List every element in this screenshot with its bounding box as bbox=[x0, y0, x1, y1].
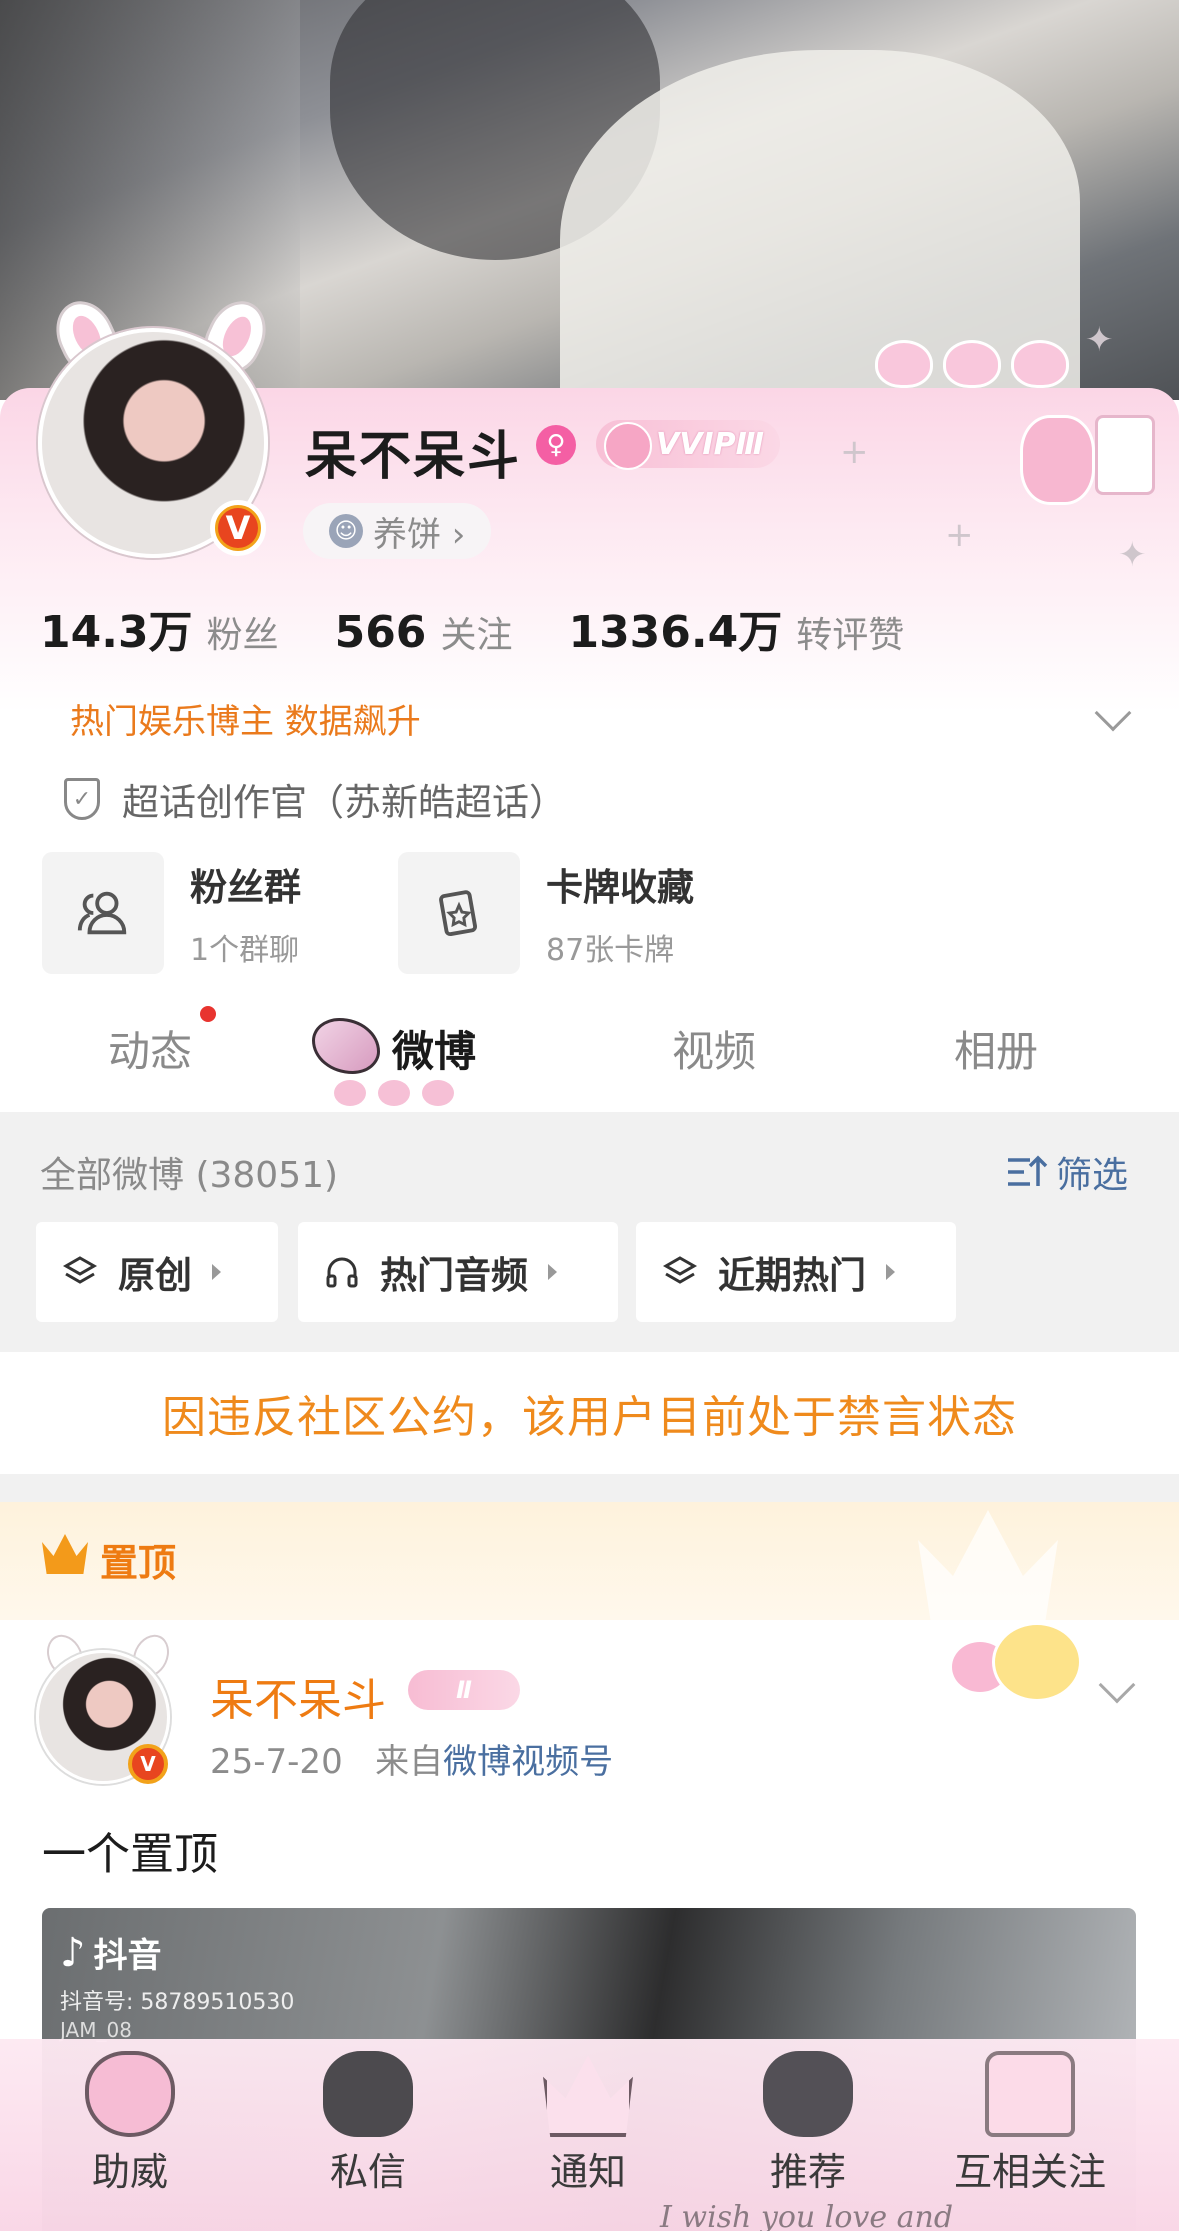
fans-label[interactable]: 粉丝 bbox=[207, 606, 279, 658]
nav-recommend[interactable]: 推荐 bbox=[708, 2051, 908, 2196]
filter-label: 筛选 bbox=[1056, 1155, 1129, 1196]
super-topic-badge[interactable]: ✓ 超话创作官（苏新皓超话） bbox=[64, 772, 566, 826]
tab-album[interactable]: 相册 bbox=[954, 1018, 1038, 1079]
caret-right-icon bbox=[886, 1264, 895, 1280]
fan-group-title: 粉丝群 bbox=[190, 866, 301, 909]
chevron-down-icon[interactable] bbox=[1098, 1666, 1136, 1704]
sparkle-icon: + bbox=[945, 515, 974, 555]
tag-label: 养饼 › bbox=[373, 514, 466, 555]
post-from: 来自 bbox=[375, 1742, 444, 1782]
people-icon bbox=[42, 852, 164, 974]
likes-label: 转评赞 bbox=[796, 615, 905, 656]
chip-label: 原创 bbox=[118, 1254, 192, 1297]
fan-group-entry[interactable]: 粉丝群 1个群聊 bbox=[42, 852, 301, 974]
following-label[interactable]: 关注 bbox=[440, 606, 512, 658]
female-icon: ♀ bbox=[536, 425, 576, 465]
post-source-link[interactable]: 微博视频号 bbox=[443, 1742, 613, 1782]
card-collection-entry[interactable]: 卡牌收藏 87张卡牌 bbox=[398, 852, 694, 974]
vip-badge[interactable]: VVIPⅢ bbox=[596, 420, 780, 470]
card-collection-sub: 87张卡牌 bbox=[546, 933, 675, 968]
tiktok-icon: ♪ bbox=[60, 1929, 86, 1976]
heart-icon bbox=[85, 2051, 175, 2137]
super-topic-text: 超话创作官（苏新皓超话） bbox=[122, 781, 566, 824]
filter-button[interactable]: 筛选 bbox=[1006, 1146, 1128, 1198]
fan-group-sub: 1个群聊 bbox=[190, 933, 300, 968]
filter-icon bbox=[1008, 1155, 1048, 1186]
nav-label: 互相关注 bbox=[953, 2150, 1106, 2194]
profile-tabs: 动态 微博 视频 相册 bbox=[0, 990, 1179, 1112]
tiktok-app-name: 抖音 bbox=[93, 1936, 162, 1976]
tiktok-id: 抖音号: 58789510530 bbox=[60, 1990, 295, 2015]
chip-hot-audio[interactable]: 热门音频 bbox=[298, 1222, 618, 1322]
layers-icon bbox=[62, 1256, 98, 1284]
nav-label: 私信 bbox=[329, 2150, 406, 2194]
butterfly-icon bbox=[312, 1018, 380, 1074]
nav-messages[interactable]: 私信 bbox=[268, 2051, 468, 2196]
chip-label: 近期热门 bbox=[718, 1254, 866, 1297]
post-meta: 25-7-20 来自微博视频号 bbox=[210, 1734, 613, 1783]
tiktok-watermark: ♪ 抖音 bbox=[60, 1928, 162, 1977]
stats-row: 14.3万 粉丝 566 关注 1336.4万 转评赞 bbox=[40, 596, 960, 660]
nav-label: 助威 bbox=[91, 2150, 168, 2194]
profile-name: 呆不呆斗 bbox=[305, 427, 522, 487]
smile-icon: ☺ bbox=[329, 514, 363, 548]
petal-decoration bbox=[334, 1080, 454, 1106]
bottom-script-text: I wish you love and bbox=[660, 2200, 954, 2231]
sparkle-icon: ✦ bbox=[1118, 535, 1147, 575]
post-date: 25-7-20 bbox=[210, 1742, 343, 1782]
apple-decoration bbox=[875, 340, 1069, 388]
bottom-nav: 助威 私信 通知 推荐 互相关注 bbox=[0, 2039, 1179, 2231]
pompompurin-decoration bbox=[952, 1612, 1102, 1702]
card-collection-title: 卡牌收藏 bbox=[546, 866, 694, 909]
nav-label: 推荐 bbox=[769, 2150, 846, 2194]
sparkle-icon: + bbox=[840, 432, 869, 472]
nav-notifications[interactable]: 通知 bbox=[488, 2051, 688, 2196]
shield-icon: ✓ bbox=[64, 778, 100, 820]
nav-label: 通知 bbox=[549, 2150, 626, 2194]
sparkle-icon: ✦ bbox=[1085, 320, 1114, 360]
headphones-icon bbox=[326, 1257, 358, 1288]
crown-icon bbox=[543, 2055, 633, 2137]
unread-dot bbox=[200, 1006, 216, 1022]
bunny-milk-decoration bbox=[1010, 395, 1160, 515]
chip-recent-hot[interactable]: 近期热门 bbox=[636, 1222, 956, 1322]
likes-count: 1336.4万 bbox=[568, 607, 783, 658]
chip-label: 热门音频 bbox=[380, 1254, 528, 1297]
post-vip-badge: Ⅱ bbox=[408, 1670, 520, 1710]
verified-badge-icon: V bbox=[128, 1744, 168, 1784]
tab-weibo[interactable]: 微博 bbox=[392, 1018, 476, 1079]
fans-count[interactable]: 14.3万 bbox=[40, 596, 193, 660]
nav-cheer[interactable]: 助威 bbox=[30, 2051, 230, 2196]
layers-icon bbox=[662, 1256, 698, 1284]
tab-video[interactable]: 视频 bbox=[672, 1018, 756, 1079]
pinned-label: 置顶 bbox=[100, 1541, 177, 1585]
post-author-name[interactable]: 呆不呆斗 bbox=[210, 1664, 386, 1728]
section-divider bbox=[0, 1474, 1179, 1502]
tag-pill[interactable]: ☺ 养饼 › bbox=[303, 503, 492, 559]
caret-right-icon bbox=[212, 1264, 221, 1280]
tab-dynamic[interactable]: 动态 bbox=[108, 1018, 192, 1079]
caret-right-icon bbox=[548, 1264, 557, 1280]
post-text: 一个置顶 bbox=[42, 1829, 218, 1880]
chip-original[interactable]: 原创 bbox=[36, 1222, 278, 1322]
following-count[interactable]: 566 bbox=[335, 607, 427, 658]
hot-creator-text[interactable]: 热门娱乐博主 数据飙升 bbox=[70, 694, 421, 743]
verified-badge-icon: V bbox=[210, 500, 266, 556]
all-posts-count: 全部微博 (38051) bbox=[40, 1155, 339, 1196]
bunny-icon bbox=[763, 2051, 853, 2137]
bear-icon bbox=[323, 2051, 413, 2137]
ban-notice: 因违反社区公约，该用户目前处于禁言状态 bbox=[0, 1352, 1179, 1474]
nav-mutual-follow[interactable]: 互相关注 bbox=[930, 2051, 1130, 2196]
card-icon bbox=[398, 852, 520, 974]
cake-icon bbox=[985, 2051, 1075, 2137]
